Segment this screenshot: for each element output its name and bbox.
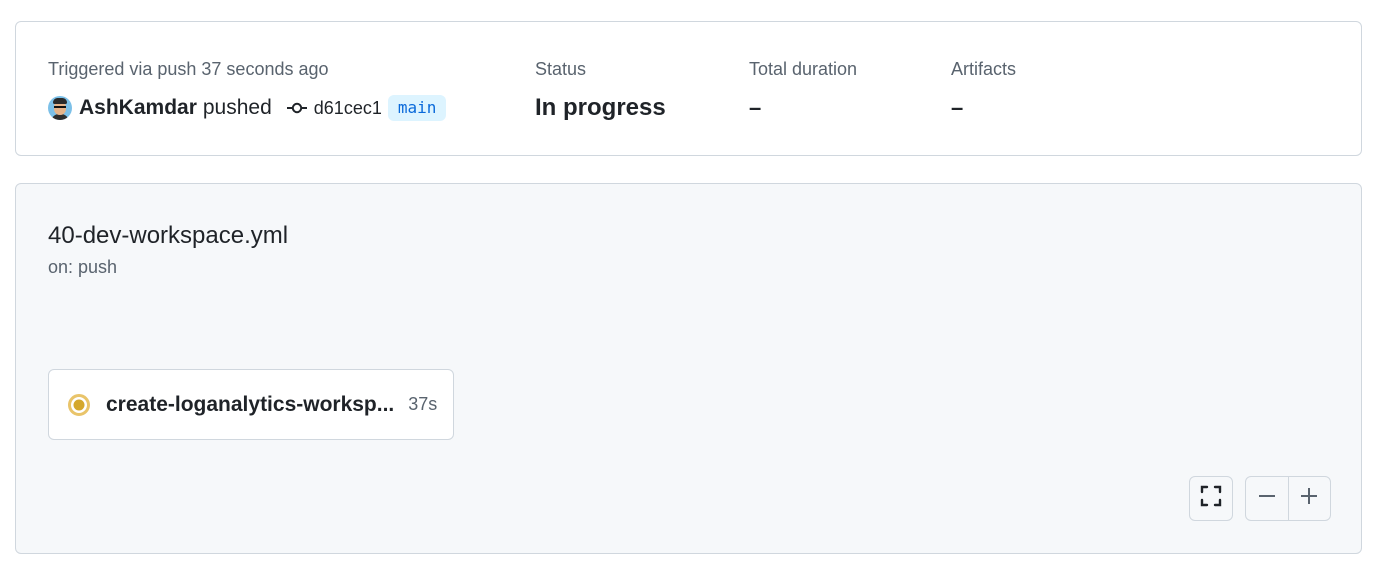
zoom-out-button[interactable] [1246, 477, 1288, 520]
artifacts-label: Artifacts [951, 59, 1017, 79]
trigger-column: Triggered via push 37 seconds ago AshKam… [48, 58, 447, 122]
duration-column: Total duration – [749, 58, 857, 122]
actor-link[interactable]: AshKamdar [79, 96, 197, 120]
fullscreen-icon [1200, 485, 1222, 512]
workflow-title: 40-dev-workspace.yml [48, 222, 289, 249]
fullscreen-button[interactable] [1189, 476, 1233, 521]
plus-icon [1300, 487, 1318, 510]
workflow-graph-card: 40-dev-workspace.yml on: push create-log… [15, 183, 1362, 554]
job-card[interactable]: create-loganalytics-worksp... 37s [48, 369, 454, 440]
workflow-trigger: on: push [48, 257, 118, 277]
zoom-in-button[interactable] [1287, 477, 1331, 520]
in-progress-icon [67, 393, 91, 417]
job-name[interactable]: create-loganalytics-worksp... [106, 393, 394, 417]
trigger-details: AshKamdar pushed d61cec1 main [48, 94, 447, 122]
branch-label[interactable]: main [387, 95, 447, 121]
duration-value: – [749, 95, 762, 120]
avatar[interactable] [48, 96, 72, 120]
status-column: Status In progress [535, 58, 666, 122]
run-summary-card: Triggered via push 37 seconds ago AshKam… [15, 21, 1362, 156]
status-value: In progress [535, 94, 666, 121]
commit-sha-link[interactable]: d61cec1 [314, 98, 382, 119]
zoom-controls [1245, 476, 1331, 521]
action-text: pushed [202, 96, 272, 119]
artifacts-value: – [951, 95, 964, 120]
artifacts-column: Artifacts – [951, 58, 1016, 122]
trigger-label: Triggered via push 37 seconds ago [48, 59, 329, 79]
minus-icon [1258, 487, 1276, 510]
duration-label: Total duration [749, 59, 858, 79]
git-commit-icon [286, 101, 308, 115]
job-duration: 37s [408, 394, 438, 414]
status-label: Status [535, 59, 587, 79]
